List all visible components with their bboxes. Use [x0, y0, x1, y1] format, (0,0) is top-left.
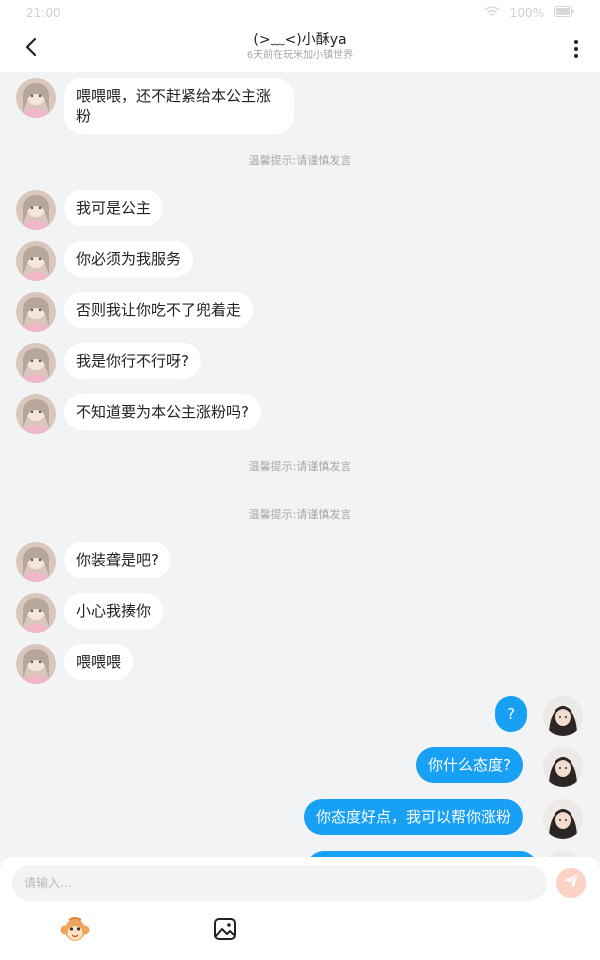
image-button[interactable]: [212, 916, 238, 942]
message-list[interactable]: 喂喂喂，还不赶紧给本公主涨粉 温馨提示:请谨慎发言 我可是公主 你必须为我服务 …: [0, 72, 600, 857]
wifi-icon: [484, 5, 500, 21]
my-avatar[interactable]: [543, 696, 583, 736]
status-time: 21:00: [26, 6, 61, 20]
emoji-button[interactable]: [60, 916, 90, 944]
received-bubble: 我是你行不行呀?: [64, 343, 201, 379]
battery-icon: [554, 6, 574, 20]
received-bubble: 你装聋是吧?: [64, 542, 171, 578]
sent-bubble: ?: [495, 696, 527, 732]
battery-level: 100%: [509, 6, 544, 20]
system-notice: 温馨提示:请谨慎发言: [248, 460, 352, 473]
input-area: [0, 857, 600, 960]
received-bubble: 喂喂喂: [64, 644, 134, 680]
sent-bubble: 你什么态度?: [416, 747, 523, 783]
chat-subtitle: 6天前在玩米加小镇世界: [246, 50, 354, 61]
status-bar: 21:00 100%: [0, 0, 600, 26]
received-bubble: 小心我揍你: [64, 593, 164, 629]
received-bubble: 否则我让你吃不了兜着走: [64, 292, 254, 328]
friend-avatar[interactable]: [16, 343, 56, 383]
my-avatar[interactable]: [543, 799, 583, 839]
system-notice: 温馨提示:请谨慎发言: [248, 508, 352, 521]
more-vertical-icon: [574, 40, 578, 44]
send-button[interactable]: [556, 868, 586, 898]
more-options-button[interactable]: [566, 34, 586, 64]
back-arrow-icon: [24, 37, 38, 61]
my-avatar[interactable]: [543, 747, 583, 787]
monkey-emoji-icon: [60, 917, 90, 948]
received-bubble: 喂喂喂，还不赶紧给本公主涨粉: [64, 78, 294, 134]
friend-avatar[interactable]: [16, 78, 56, 118]
send-paper-plane-icon: [563, 873, 579, 893]
received-bubble: 我可是公主: [64, 190, 164, 226]
friend-avatar[interactable]: [16, 241, 56, 281]
received-bubble: 你必须为我服务: [64, 241, 194, 277]
friend-avatar[interactable]: [16, 190, 56, 230]
friend-avatar[interactable]: [16, 593, 56, 633]
chat-header: (>﹏<)小酥ya 6天前在玩米加小镇世界: [0, 26, 600, 72]
friend-avatar[interactable]: [16, 394, 56, 434]
message-input[interactable]: [12, 865, 547, 901]
chat-title: (>﹏<)小酥ya: [253, 32, 347, 48]
sent-bubble: 你态度好点，我可以帮你涨粉: [304, 799, 524, 835]
system-notice: 温馨提示:请谨慎发言: [248, 154, 352, 167]
friend-avatar[interactable]: [16, 292, 56, 332]
back-button[interactable]: [14, 34, 48, 64]
image-icon: [212, 918, 238, 946]
friend-avatar[interactable]: [16, 542, 56, 582]
received-bubble: 不知道要为本公主涨粉吗?: [64, 394, 261, 430]
friend-avatar[interactable]: [16, 644, 56, 684]
